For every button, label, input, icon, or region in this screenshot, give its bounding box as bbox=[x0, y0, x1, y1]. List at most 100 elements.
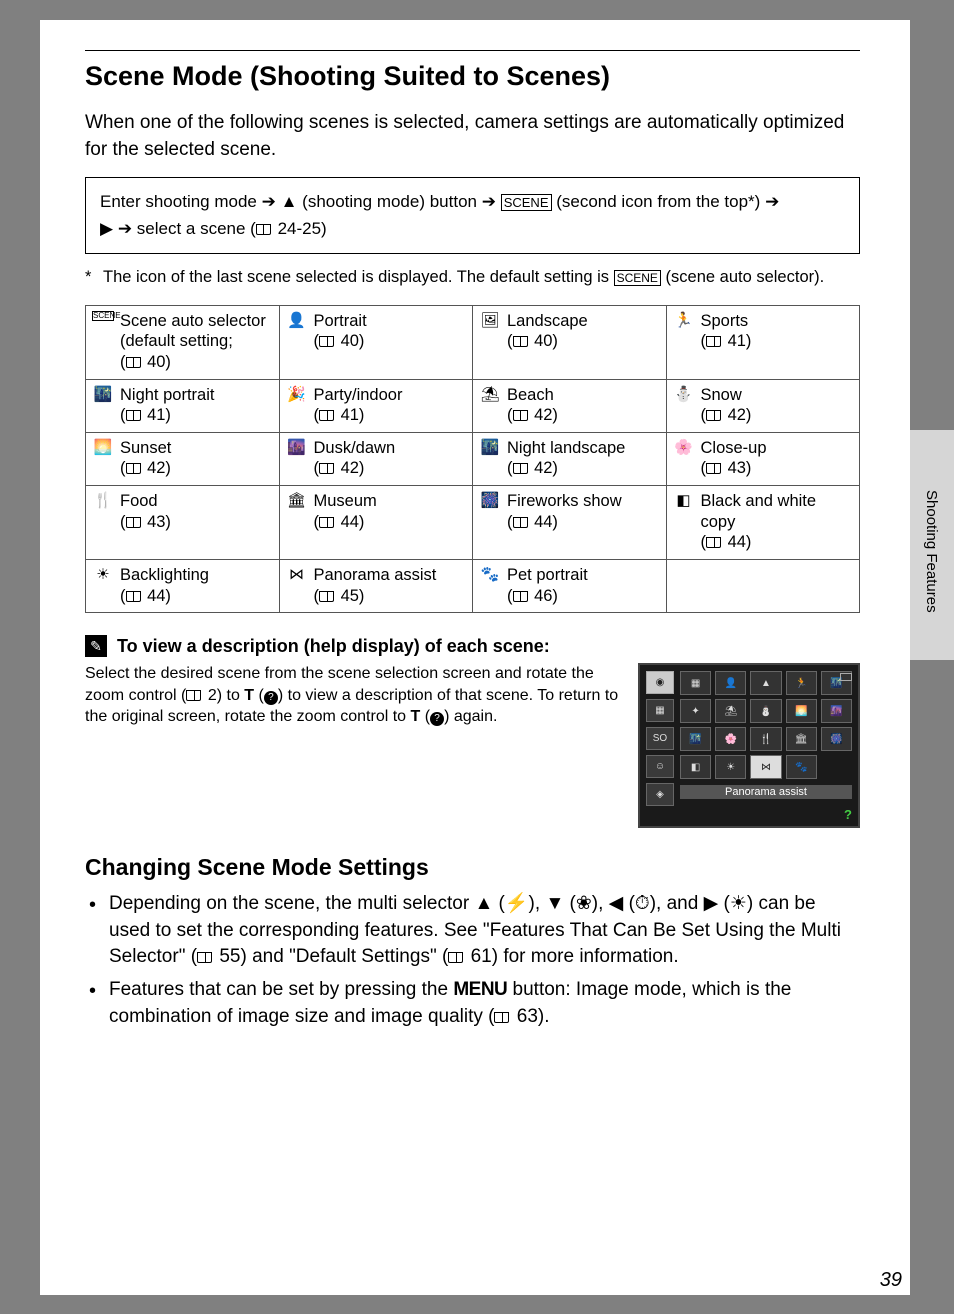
arrow-right-icon: ➔ bbox=[118, 219, 137, 238]
list-item: Depending on the scene, the multi select… bbox=[109, 891, 860, 971]
scene-cell: 🌅Sunset( 42) bbox=[86, 432, 280, 485]
macro-icon: ❀ bbox=[576, 893, 592, 914]
scene-cell: 🏃 Sports( 41) bbox=[666, 305, 860, 379]
book-icon bbox=[256, 224, 271, 235]
scene-cell: ⋈ Panorama assist( 45) bbox=[279, 559, 473, 612]
lcd-scene-grid: ▦👤▲🏃🌃 ✦⛱⛄🌅🌆 🌃🌸🍴🏛🎆 ◧☀⋈🐾 Panorama assist bbox=[680, 671, 852, 820]
scene-mode-icon: 👤 bbox=[286, 311, 308, 329]
nav-text: (shooting mode) button bbox=[302, 192, 477, 211]
scene-cell-text: Snow( 42) bbox=[701, 385, 752, 426]
bullet-text: 61) for more information. bbox=[471, 946, 679, 967]
scene-mode-icon: ⛄ bbox=[673, 385, 695, 403]
scene-cell-text: Fireworks show( 44) bbox=[507, 491, 622, 532]
footnote: * The icon of the last scene selected is… bbox=[85, 266, 860, 289]
scene-mode-icon: 🌆 bbox=[286, 438, 308, 456]
scene-icon: SCENE bbox=[501, 194, 552, 211]
help-q-icon: ? bbox=[430, 712, 444, 726]
lcd-mode-icon: ◉ bbox=[646, 671, 674, 694]
scene-cell-text: Sports( 41) bbox=[701, 311, 752, 352]
scene-mode-icon: SCENE bbox=[92, 311, 114, 322]
scene-cell-text: Food( 43) bbox=[120, 491, 171, 532]
table-row: 🍴 Food( 43) 🏛Museum( 44) 🎆 Fireworks show( 4… bbox=[86, 486, 860, 560]
table-row: ☀Backlighting( 44)⋈Panorama assist( 45)🐾… bbox=[86, 559, 860, 612]
scene-mode-icon: ☀ bbox=[92, 565, 114, 583]
scene-cell-text: Scene auto selector (default setting;( 4… bbox=[120, 311, 273, 373]
arrow-right-icon: ➔ bbox=[482, 192, 501, 211]
bullet-list: Depending on the scene, the multi select… bbox=[85, 891, 860, 1030]
t-glyph: T bbox=[244, 687, 254, 704]
scene-cell-text: Night landscape( 42) bbox=[507, 438, 625, 479]
intro-paragraph: When one of the following scenes is sele… bbox=[85, 110, 860, 163]
scene-cell-text: Panorama assist( 45) bbox=[314, 565, 437, 606]
scene-cell: ⛱ Beach( 42) bbox=[473, 379, 667, 432]
footnote-text-a: The icon of the last scene selected is d… bbox=[103, 268, 609, 286]
scene-mode-icon: ⛱ bbox=[479, 385, 501, 403]
book-icon bbox=[197, 952, 212, 963]
scene-cell: ⛄ Snow( 42) bbox=[666, 379, 860, 432]
page-number: 39 bbox=[880, 1269, 902, 1292]
menu-button-label: MENU bbox=[453, 979, 507, 1000]
scene-cell-text: Sunset( 42) bbox=[120, 438, 171, 479]
lcd-mode-icon: ▦ bbox=[646, 699, 674, 722]
bullet-text: ), and bbox=[650, 893, 704, 914]
play-right-icon: ▶ bbox=[100, 219, 113, 238]
scene-cell-text: Beach( 42) bbox=[507, 385, 558, 426]
scene-mode-icon: ⋈ bbox=[286, 565, 308, 583]
battery-icon bbox=[840, 673, 852, 681]
bullet-text: ), bbox=[529, 893, 546, 914]
timer-icon: ⏱ bbox=[635, 893, 650, 914]
nav-text: Enter shooting mode bbox=[100, 192, 257, 211]
footnote-marker: * bbox=[85, 266, 103, 289]
help-text: 2) to bbox=[208, 687, 244, 704]
table-row: 🌃Night portrait( 41)🎉Party/indoor( 41)⛱B… bbox=[86, 379, 860, 432]
scene-mode-icon: 🍴 bbox=[92, 491, 114, 509]
bullet-text: 63). bbox=[517, 1006, 550, 1027]
help-heading: To view a description (help display) of … bbox=[117, 636, 550, 657]
lcd-mode-column: ◉ ▦ SO ☺ ◈ bbox=[646, 671, 674, 820]
scene-cell: 🍴 Food( 43) bbox=[86, 486, 280, 560]
scene-mode-icon: 🖼 bbox=[479, 311, 501, 329]
scene-cell: 🐾 Pet portrait( 46) bbox=[473, 559, 667, 612]
scene-cell-text: Portrait( 40) bbox=[314, 311, 367, 352]
lcd-mode-icon: ☺ bbox=[646, 755, 674, 778]
bullet-text: ), bbox=[592, 893, 609, 914]
lcd-selection-label: Panorama assist bbox=[680, 785, 852, 799]
scene-cell: 🌃Night landscape( 42) bbox=[473, 432, 667, 485]
book-icon bbox=[494, 1012, 509, 1023]
manual-page: Scene Mode (Shooting Suited to Scenes) W… bbox=[40, 20, 910, 1295]
scene-cell-text: Party/indoor( 41) bbox=[314, 385, 403, 426]
footnote-text: The icon of the last scene selected is d… bbox=[103, 266, 824, 289]
nav-text: 24-25) bbox=[278, 219, 327, 238]
scene-cell: 🏛Museum( 44) bbox=[279, 486, 473, 560]
scene-cell: 🌸Close-up( 43) bbox=[666, 432, 860, 485]
note-pencil-icon: ✎ bbox=[85, 635, 107, 657]
subheading: Changing Scene Mode Settings bbox=[85, 854, 860, 881]
table-row: 🌅Sunset( 42)🌆Dusk/dawn( 42)🌃Night landsc… bbox=[86, 432, 860, 485]
book-icon bbox=[448, 952, 463, 963]
help-section: Select the desired scene from the scene … bbox=[85, 663, 860, 828]
help-text: ) again. bbox=[444, 708, 497, 725]
scene-mode-table: SCENE Scene auto selector (default settin… bbox=[85, 305, 860, 614]
top-rule bbox=[85, 50, 860, 51]
scene-mode-icon: 🏃 bbox=[673, 311, 695, 329]
t-glyph: T bbox=[411, 708, 421, 725]
scene-cell: 🎆 Fireworks show( 44) bbox=[473, 486, 667, 560]
help-heading-row: ✎ To view a description (help display) o… bbox=[85, 635, 860, 657]
exposure-icon: ☀ bbox=[730, 893, 747, 914]
scene-cell: 🖼Landscape( 40) bbox=[473, 305, 667, 379]
scene-mode-icon: ◧ bbox=[673, 491, 695, 509]
arrow-right-icon: ➔ bbox=[262, 192, 281, 211]
camera-icon: ▲ bbox=[281, 192, 298, 211]
bullet-text: Depending on the scene, the multi select… bbox=[109, 893, 474, 914]
lcd-help-icon: ? bbox=[844, 807, 852, 822]
scene-mode-icon: 🐾 bbox=[479, 565, 501, 583]
page-title: Scene Mode (Shooting Suited to Scenes) bbox=[85, 61, 860, 92]
scene-mode-icon: 🏛 bbox=[286, 491, 308, 509]
table-row: SCENE Scene auto selector (default settin… bbox=[86, 305, 860, 379]
navigation-path-box: Enter shooting mode ➔ ▲ (shooting mode) … bbox=[85, 177, 860, 253]
scene-cell: 👤 Portrait( 40) bbox=[279, 305, 473, 379]
scene-cell-text: Black and white copy( 44) bbox=[701, 491, 854, 553]
scene-cell-text: Pet portrait( 46) bbox=[507, 565, 588, 606]
down-triangle-icon: ▼ bbox=[545, 893, 564, 914]
scene-mode-icon: 🎆 bbox=[479, 491, 501, 509]
